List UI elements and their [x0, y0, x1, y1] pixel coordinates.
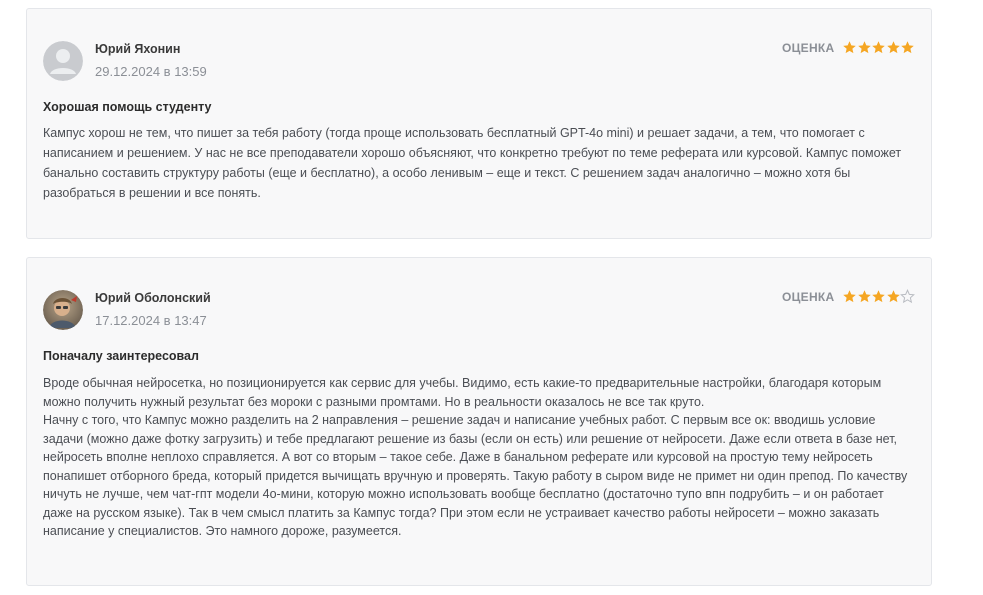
rating-stars	[843, 40, 916, 55]
avatar[interactable]	[43, 290, 83, 330]
star-filled-icon	[843, 41, 856, 54]
review-rating: ОЦЕНКА	[782, 289, 915, 304]
rating-stars	[843, 289, 916, 304]
review-rating: ОЦЕНКА	[782, 40, 915, 55]
star-filled-icon	[872, 41, 885, 54]
review-card: Юрий Оболонский 17.12.2024 в 13:47 ОЦЕНК…	[26, 257, 932, 586]
review-date: 29.12.2024 в 13:59	[95, 64, 207, 79]
review-paragraph: Вроде обычная нейросетка, но позициониру…	[43, 376, 882, 409]
review-card: Юрий Яхонин 29.12.2024 в 13:59 ОЦЕНКА Хо…	[26, 8, 932, 239]
user-photo-icon	[43, 290, 83, 330]
star-filled-icon	[872, 290, 885, 303]
star-empty-icon	[900, 289, 915, 304]
review-title: Поначалу заинтересовал	[43, 349, 199, 363]
review-text: Кампус хорош не тем, что пишет за тебя р…	[43, 123, 911, 203]
star-filled-icon	[857, 290, 871, 303]
default-user-icon	[43, 41, 83, 81]
star-filled-icon	[886, 290, 900, 303]
rating-label: ОЦЕНКА	[781, 289, 835, 304]
avatar[interactable]	[43, 41, 83, 81]
review-date: 17.12.2024 в 13:47	[95, 313, 207, 328]
star-filled-icon	[901, 41, 914, 54]
review-text: Вроде обычная нейросетка, но позициониру…	[43, 374, 911, 541]
review-paragraph: Кампус хорош не тем, что пишет за тебя р…	[43, 126, 902, 200]
review-paragraph: Начну с того, что Кампус можно разделить…	[43, 413, 908, 538]
rating-label: ОЦЕНКА	[781, 40, 835, 55]
review-author: Юрий Яхонин	[95, 42, 181, 56]
review-title: Хорошая помощь студенту	[43, 100, 212, 114]
review-author: Юрий Оболонский	[95, 291, 211, 305]
star-filled-icon	[857, 41, 871, 54]
star-filled-icon	[843, 290, 856, 303]
star-filled-icon	[886, 41, 900, 54]
